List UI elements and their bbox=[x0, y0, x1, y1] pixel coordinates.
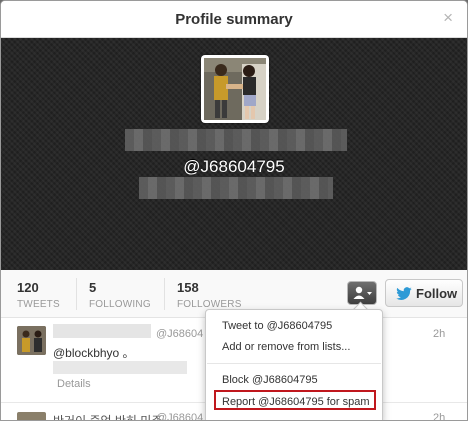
stat-followers[interactable]: 158 FOLLOWERS bbox=[177, 280, 242, 310]
tweet-text: 반거이 죽었 반히 미쥬 bbox=[53, 414, 163, 421]
profile-avatar-image bbox=[204, 58, 266, 120]
profile-avatar[interactable] bbox=[201, 55, 269, 123]
user-actions-menu: Tweet to @J68604795 Add or remove from l… bbox=[205, 309, 383, 420]
dialog-header: Profile summary × bbox=[1, 1, 467, 38]
person-icon bbox=[353, 286, 372, 299]
follow-button-label: Follow bbox=[416, 286, 458, 301]
tweet-timestamp[interactable]: 2h bbox=[433, 328, 445, 340]
menu-item-add-to-lists[interactable]: Add or remove from lists... bbox=[222, 341, 350, 353]
menu-separator bbox=[207, 363, 381, 364]
stat-divider bbox=[76, 278, 77, 310]
user-actions-button[interactable] bbox=[347, 281, 377, 305]
redacted-bio bbox=[139, 177, 333, 199]
close-icon[interactable]: × bbox=[443, 9, 453, 26]
stat-followers-count: 158 bbox=[177, 280, 199, 295]
tweet-handle[interactable]: @J68604 bbox=[156, 412, 203, 420]
profile-summary-dialog: Profile summary × @J68604795 120 TWEETS … bbox=[0, 0, 468, 421]
stat-following-count: 5 bbox=[89, 280, 97, 295]
tweet-handle[interactable]: @J68604 bbox=[156, 328, 203, 340]
menu-item-tweet-to[interactable]: Tweet to @J68604795 bbox=[222, 320, 332, 332]
redacted-tweet-text bbox=[53, 361, 187, 374]
tweet-timestamp[interactable]: 2h bbox=[433, 412, 445, 420]
dialog-title: Profile summary bbox=[175, 11, 293, 28]
stat-following-label: FOLLOWING bbox=[89, 299, 151, 310]
tweet-details-link[interactable]: Details bbox=[57, 378, 91, 390]
tweet-text: @blockbhyo 。 bbox=[53, 346, 135, 360]
stat-divider bbox=[164, 278, 165, 310]
tweet-avatar[interactable] bbox=[17, 412, 46, 420]
menu-item-block[interactable]: Block @J68604795 bbox=[222, 374, 318, 386]
stat-tweets[interactable]: 120 TWEETS bbox=[17, 280, 60, 310]
follow-button[interactable]: Follow bbox=[385, 279, 463, 307]
profile-screen-name[interactable]: @J68604795 bbox=[1, 157, 467, 177]
profile-header: @J68604795 bbox=[1, 38, 467, 270]
redacted-tweet-author bbox=[53, 324, 151, 338]
stat-following[interactable]: 5 FOLLOWING bbox=[89, 280, 151, 310]
stat-tweets-count: 120 bbox=[17, 280, 39, 295]
tweet-avatar[interactable] bbox=[17, 326, 46, 355]
caret-down-icon bbox=[367, 292, 372, 295]
twitter-bird-icon bbox=[396, 287, 412, 300]
stat-tweets-label: TWEETS bbox=[17, 299, 60, 310]
redacted-full-name bbox=[125, 129, 347, 151]
menu-item-report-spam[interactable]: Report @J68604795 for spam bbox=[222, 396, 370, 408]
